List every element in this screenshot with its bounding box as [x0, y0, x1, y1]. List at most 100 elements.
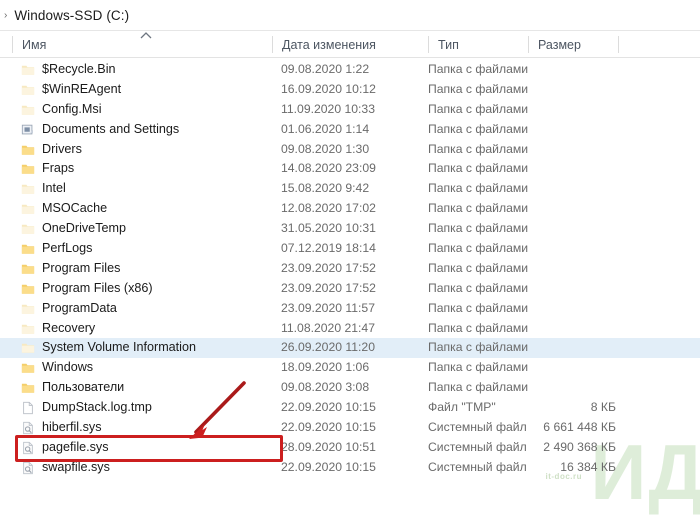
breadcrumb-drive-label[interactable]: Windows-SSD (C:) — [14, 8, 129, 23]
file-size: 8 КБ — [590, 400, 616, 415]
folder-pale-icon — [21, 202, 35, 216]
file-date-modified: 07.12.2019 18:14 — [281, 241, 376, 256]
system-file-icon — [21, 421, 35, 435]
file-row[interactable]: Drivers 09.08.2020 1:30 Папка с файлами — [0, 140, 700, 160]
file-date-modified: 22.09.2020 10:15 — [281, 400, 376, 415]
folder-pale-icon — [21, 182, 35, 196]
file-name[interactable]: Documents and Settings — [42, 120, 179, 140]
file-row[interactable]: OneDriveTemp 31.05.2020 10:31 Папка с файл… — [0, 219, 700, 239]
file-date-modified: 31.05.2020 10:31 — [281, 221, 376, 236]
column-header-size[interactable]: Размер — [528, 31, 618, 58]
system-file-icon — [21, 441, 35, 455]
column-header-type[interactable]: Тип — [428, 31, 528, 58]
file-size — [500, 159, 616, 179]
file-row[interactable]: $Recycle.Bin 09.08.2020 1:22 Папка с файла… — [0, 60, 700, 80]
file-date-modified: 11.09.2020 10:33 — [281, 101, 375, 116]
file-date-modified: 14.08.2020 23:09 — [281, 161, 376, 176]
file-name[interactable]: PerfLogs — [42, 239, 92, 259]
file-date-modified: 28.09.2020 10:51 — [281, 439, 376, 454]
file-name[interactable]: Fraps — [42, 159, 74, 179]
column-header-date-modified[interactable]: Дата изменения — [272, 31, 428, 58]
file-row[interactable]: MSOCache 12.08.2020 17:02 Папка с файлами — [0, 199, 700, 219]
file-size — [500, 60, 616, 80]
folder-pale-icon — [21, 63, 35, 77]
file-row[interactable]: Fraps 14.08.2020 23:09 Папка с файлами — [0, 159, 700, 179]
folder-icon — [21, 361, 35, 375]
file-date-modified: 15.08.2020 9:42 — [281, 181, 370, 196]
file-name[interactable]: System Volume Information — [42, 338, 196, 358]
chevron-right-icon: › — [4, 10, 8, 21]
file-name[interactable]: Program Files (x86) — [42, 279, 153, 299]
file-row[interactable]: Documents and Settings 01.06.2020 1:14 Пап… — [0, 120, 700, 140]
file-row[interactable]: Config.Msi 11.09.2020 10:33 Папка с файлам… — [0, 100, 700, 120]
file-date-modified: 22.09.2020 10:15 — [281, 459, 376, 474]
file-size — [500, 179, 616, 199]
file-name[interactable]: $WinREAgent — [42, 80, 121, 100]
file-row[interactable]: swapfile.sys 22.09.2020 10:15 Системный фа… — [0, 458, 700, 478]
file-name[interactable]: Windows — [42, 358, 93, 378]
file-icon — [21, 401, 35, 415]
folder-icon — [21, 143, 35, 157]
file-row[interactable]: Intel 15.08.2020 9:42 Папка с файлами — [0, 179, 700, 199]
file-row[interactable]: System Volume Information 26.09.2020 11:2… — [0, 338, 700, 359]
file-name[interactable]: $Recycle.Bin — [42, 60, 116, 80]
file-row[interactable]: Пользователи 09.08.2020 3:08 Папка с файла… — [0, 378, 700, 398]
file-size: 16 384 КБ — [560, 459, 616, 474]
file-row[interactable]: Recovery 11.08.2020 21:47 Папка с файлами — [0, 319, 700, 339]
file-name[interactable]: Drivers — [42, 140, 82, 160]
file-name[interactable]: OneDriveTemp — [42, 219, 126, 239]
file-date-modified: 09.08.2020 1:30 — [281, 141, 370, 156]
folder-icon — [21, 242, 35, 256]
file-size — [500, 199, 616, 219]
folder-pale-icon — [21, 222, 35, 236]
folder-icon — [21, 162, 35, 176]
file-size — [500, 80, 616, 100]
file-date-modified: 16.09.2020 10:12 — [281, 81, 376, 96]
file-date-modified: 01.06.2020 1:14 — [281, 121, 370, 136]
folder-pale-icon — [21, 341, 35, 355]
file-row[interactable]: Program Files 23.09.2020 17:52 Папка с фай… — [0, 259, 700, 279]
folder-pale-icon — [21, 103, 35, 117]
file-type: Файл "TMP" — [428, 400, 496, 415]
file-name[interactable]: MSOCache — [42, 199, 107, 219]
file-row[interactable]: ProgramData 23.09.2020 11:57 Папка с файла… — [0, 299, 700, 319]
file-name[interactable]: swapfile.sys — [42, 458, 110, 478]
file-name[interactable]: hiberfil.sys — [42, 418, 102, 438]
file-date-modified: 12.08.2020 17:02 — [281, 201, 376, 216]
file-row[interactable]: DumpStack.log.tmp 22.09.2020 10:15 Файл "T… — [0, 398, 700, 418]
file-list[interactable]: $Recycle.Bin 09.08.2020 1:22 Папка с файла… — [0, 60, 700, 478]
file-name[interactable]: Config.Msi — [42, 100, 102, 120]
file-name[interactable]: pagefile.sys — [42, 438, 109, 458]
file-row[interactable]: hiberfil.sys 22.09.2020 10:15 Системный фа… — [0, 418, 700, 438]
file-date-modified: 23.09.2020 17:52 — [281, 260, 376, 275]
file-size — [500, 100, 616, 120]
breadcrumb[interactable]: › Windows-SSD (C:) — [0, 0, 700, 30]
folder-icon — [21, 262, 35, 276]
file-name[interactable]: Recovery — [42, 319, 95, 339]
file-name[interactable]: DumpStack.log.tmp — [42, 398, 152, 418]
file-name[interactable]: Пользователи — [42, 378, 124, 398]
file-size — [500, 120, 616, 140]
file-row[interactable]: Windows 18.09.2020 1:06 Папка с файлами — [0, 358, 700, 378]
file-row[interactable]: $WinREAgent 16.09.2020 10:12 Папка с файла… — [0, 80, 700, 100]
folder-icon — [21, 282, 35, 296]
file-size — [500, 338, 616, 358]
file-row[interactable]: pagefile.sys 28.09.2020 10:51 Системный фа… — [0, 438, 700, 458]
file-name[interactable]: ProgramData — [42, 299, 117, 319]
file-size — [500, 219, 616, 239]
folder-pale-icon — [21, 83, 35, 97]
file-explorer-window: ИД it-doc.ru › Windows-SSD (C:) Имя Дата… — [0, 0, 700, 517]
file-size: 6 661 448 КБ — [543, 420, 616, 435]
file-name[interactable]: Program Files — [42, 259, 120, 279]
file-name[interactable]: Intel — [42, 179, 66, 199]
file-size — [500, 319, 616, 339]
file-row[interactable]: Program Files (x86) 23.09.2020 17:52 Папка… — [0, 279, 700, 299]
file-size: 2 490 368 КБ — [543, 439, 616, 454]
folder-pale-icon — [21, 322, 35, 336]
junction-icon — [21, 123, 35, 137]
file-row[interactable]: PerfLogs 07.12.2019 18:14 Папка с файлами — [0, 239, 700, 259]
column-header-row: Имя Дата изменения Тип Размер — [0, 30, 700, 58]
file-date-modified: 26.09.2020 11:20 — [281, 340, 375, 355]
column-header-spacer — [618, 31, 700, 58]
file-size — [500, 299, 616, 319]
